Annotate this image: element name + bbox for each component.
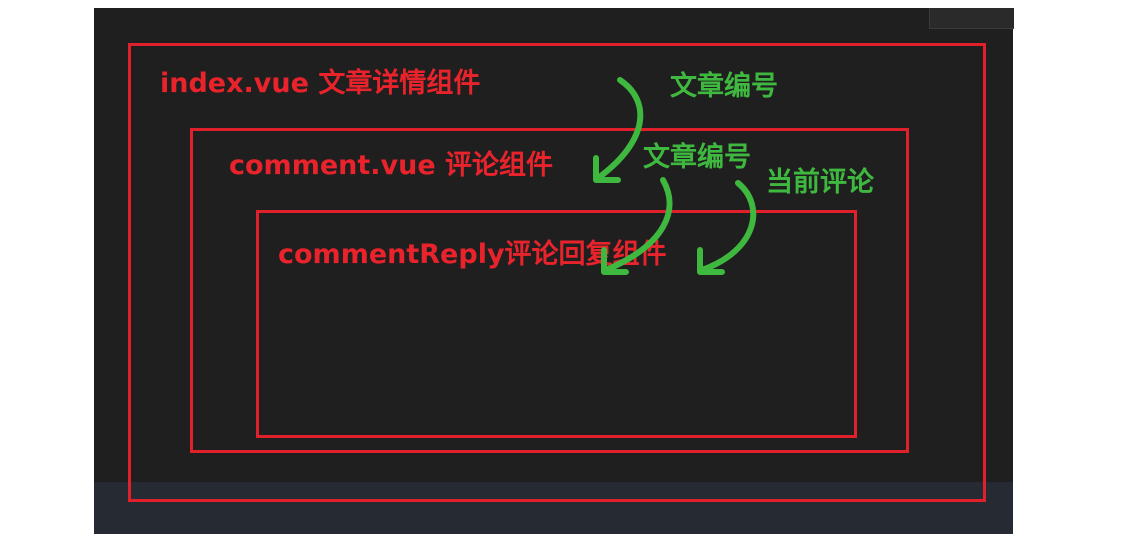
arrow-down-curved-icon (601, 177, 673, 275)
arrow-down-curved-icon (593, 77, 644, 183)
arrow-down-curved-icon (697, 180, 757, 275)
arrows-layer (593, 77, 757, 275)
